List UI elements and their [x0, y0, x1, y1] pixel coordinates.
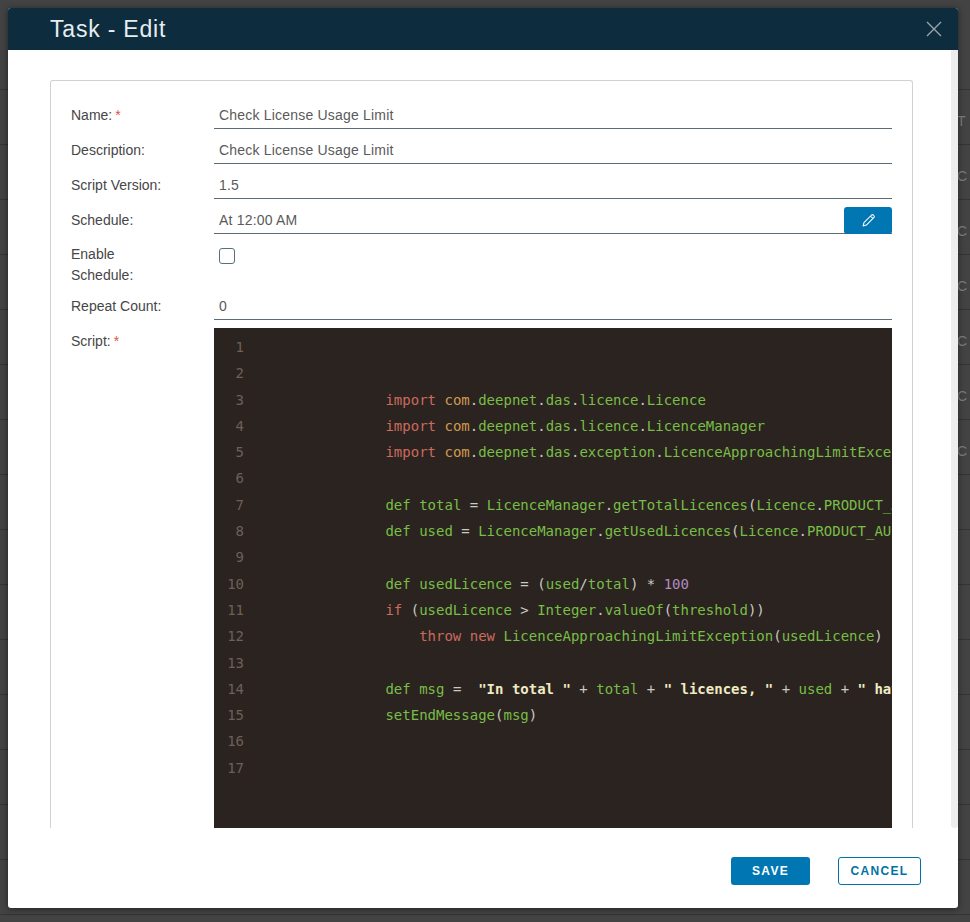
modal-title: Task - Edit: [50, 8, 166, 50]
modal-scrollbar[interactable]: [951, 50, 958, 828]
name-label-text: Name:: [71, 107, 112, 123]
script-version-label: Script Version:: [71, 171, 179, 199]
backdrop-right-strip: TCCCCCC: [957, 113, 970, 498]
task-edit-modal: Task - Edit Name:* Check License Usage L…: [8, 8, 958, 908]
code-line: 6: [214, 465, 892, 491]
code-line: 4 import com.deepnet.das.licence.Licence…: [214, 413, 892, 439]
description-label: Description:: [71, 136, 179, 164]
cancel-button[interactable]: CANCEL: [838, 857, 921, 885]
repeat-count-label: Repeat Count:: [71, 292, 179, 320]
script-label-text: Script:: [71, 333, 111, 349]
repeat-count-input[interactable]: 0: [214, 292, 892, 320]
code-line: 12 throw new LicenceApproachingLimitExce…: [214, 623, 892, 649]
code-line: 11 if (usedLicence > Integer.valueOf(thr…: [214, 597, 892, 623]
script-code-editor[interactable]: 123 import com.deepnet.das.licence.Licen…: [214, 328, 892, 828]
save-button[interactable]: SAVE: [731, 857, 810, 885]
code-line: 16: [214, 728, 892, 754]
field-row-script: Script:* 123 import com.deepnet.das.lice…: [71, 328, 892, 828]
field-row-description: Description: Check License Usage Limit: [71, 136, 892, 164]
schedule-value: At 12:00 AM: [219, 212, 297, 228]
code-line: 5 import com.deepnet.das.exception.Licen…: [214, 439, 892, 465]
form-panel: Name:* Check License Usage Limit Descrip…: [50, 80, 913, 828]
edit-schedule-button[interactable]: [844, 207, 892, 234]
code-line: 2: [214, 360, 892, 386]
field-row-script-version: Script Version: 1.5: [71, 171, 892, 199]
code-line: 13: [214, 650, 892, 676]
code-line: 9: [214, 544, 892, 570]
pencil-icon: [859, 212, 877, 230]
enable-schedule-cell: [214, 241, 892, 285]
field-row-schedule: Schedule: At 12:00 AM: [71, 206, 892, 234]
name-input[interactable]: Check License Usage Limit: [214, 101, 892, 129]
name-label: Name:*: [71, 101, 179, 129]
description-input[interactable]: Check License Usage Limit: [214, 136, 892, 164]
script-version-input[interactable]: 1.5: [214, 171, 892, 199]
field-row-enable-schedule: Enable Schedule:: [71, 241, 892, 285]
modal-content: Name:* Check License Usage Limit Descrip…: [8, 50, 958, 828]
code-line: 7 def total = LicenceManager.getTotalLic…: [214, 492, 892, 518]
code-line: 8 def used = LicenceManager.getUsedLicen…: [214, 518, 892, 544]
code-line: 10 def usedLicence = (used/total) * 100: [214, 571, 892, 597]
code-line: 17: [214, 755, 892, 781]
field-row-repeat-count: Repeat Count: 0: [71, 292, 892, 320]
required-asterisk: *: [115, 107, 120, 123]
required-asterisk: *: [114, 333, 119, 349]
code-line: 15 setEndMessage(msg): [214, 702, 892, 728]
enable-schedule-checkbox[interactable]: [219, 248, 235, 264]
enable-schedule-label: Enable Schedule:: [71, 241, 179, 285]
script-label: Script:*: [71, 328, 179, 828]
field-row-name: Name:* Check License Usage Limit: [71, 101, 892, 129]
code-line: 14 def msg = "In total " + total + " lic…: [214, 676, 892, 702]
modal-header: Task - Edit: [8, 8, 958, 50]
close-icon[interactable]: [924, 19, 944, 39]
schedule-label: Schedule:: [71, 206, 179, 234]
modal-footer: SAVE CANCEL: [731, 857, 921, 885]
code-line: 3 import com.deepnet.das.licence.Licence: [214, 387, 892, 413]
schedule-input[interactable]: At 12:00 AM: [214, 206, 892, 234]
code-line: 1: [214, 334, 892, 360]
